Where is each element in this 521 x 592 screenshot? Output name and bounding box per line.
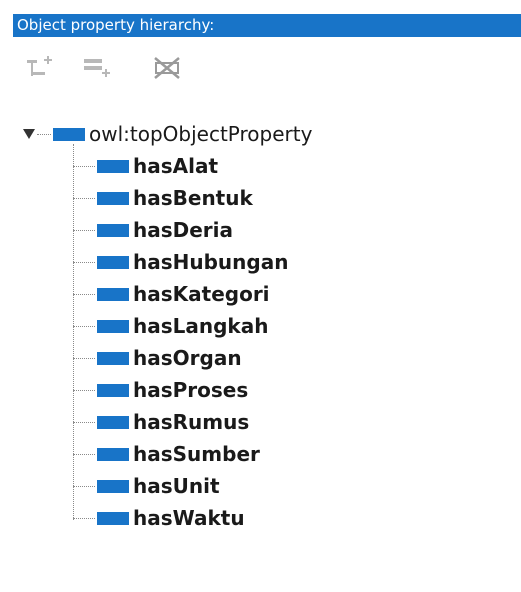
tree-item-hashubungan[interactable]: hasHubungan bbox=[73, 246, 288, 278]
property-label: hasDeria bbox=[133, 218, 234, 242]
hierarchy-toolbar bbox=[13, 40, 521, 110]
delete-property-button[interactable] bbox=[149, 50, 185, 86]
object-property-icon bbox=[97, 191, 129, 205]
tree-connector bbox=[73, 165, 95, 167]
root-property-label: owl:topObjectProperty bbox=[89, 122, 313, 146]
property-label: hasProses bbox=[133, 378, 249, 402]
tree-item-hasproses[interactable]: hasProses bbox=[73, 374, 248, 406]
add-sibling-property-button[interactable] bbox=[79, 50, 115, 86]
tree-root-node[interactable]: owl:topObjectProperty bbox=[23, 118, 312, 150]
tree-connector bbox=[73, 517, 95, 519]
property-label: hasHubungan bbox=[133, 250, 289, 274]
tree-item-haswaktu[interactable]: hasWaktu bbox=[73, 502, 245, 534]
object-property-icon bbox=[97, 383, 129, 397]
object-property-icon bbox=[97, 351, 129, 365]
object-property-icon bbox=[97, 255, 129, 269]
tree-item-hasrumus[interactable]: hasRumus bbox=[73, 406, 249, 438]
tree-connector bbox=[73, 293, 95, 295]
property-tree: owl:topObjectProperty hasAlat hasBentuk … bbox=[13, 110, 521, 592]
object-property-icon bbox=[97, 223, 129, 237]
tree-connector bbox=[37, 133, 51, 135]
tree-item-hasderia[interactable]: hasDeria bbox=[73, 214, 233, 246]
property-label: hasOrgan bbox=[133, 346, 242, 370]
tree-item-hasunit[interactable]: hasUnit bbox=[73, 470, 220, 502]
property-label: hasRumus bbox=[133, 410, 250, 434]
tree-connector bbox=[73, 261, 95, 263]
tree-connector bbox=[73, 325, 95, 327]
object-property-icon bbox=[97, 159, 129, 173]
object-property-icon bbox=[97, 319, 129, 333]
property-label: hasWaktu bbox=[133, 506, 245, 530]
tree-item-hasbentuk[interactable]: hasBentuk bbox=[73, 182, 253, 214]
panel-title: Object property hierarchy: bbox=[13, 14, 521, 37]
property-label: hasLangkah bbox=[133, 314, 269, 338]
tree-item-haskategori[interactable]: hasKategori bbox=[73, 278, 270, 310]
object-property-icon bbox=[97, 415, 129, 429]
expanded-triangle-icon[interactable] bbox=[23, 128, 35, 140]
tree-item-hassumber[interactable]: hasSumber bbox=[73, 438, 260, 470]
tree-item-hasalat[interactable]: hasAlat bbox=[73, 150, 218, 182]
tree-connector bbox=[73, 453, 95, 455]
property-label: hasBentuk bbox=[133, 186, 253, 210]
tree-connector bbox=[73, 485, 95, 487]
add-sub-property-button[interactable] bbox=[23, 50, 59, 86]
tree-item-haslangkah[interactable]: hasLangkah bbox=[73, 310, 268, 342]
object-property-icon bbox=[97, 287, 129, 301]
object-property-icon bbox=[97, 479, 129, 493]
tree-connector bbox=[73, 229, 95, 231]
object-property-hierarchy-panel: Object property hierarchy: owl:topObject… bbox=[0, 0, 521, 592]
add-sibling-icon bbox=[84, 59, 110, 77]
tree-item-hasorgan[interactable]: hasOrgan bbox=[73, 342, 242, 374]
tree-connector bbox=[73, 389, 95, 391]
property-label: hasKategori bbox=[133, 282, 270, 306]
object-property-icon bbox=[53, 127, 85, 141]
tree-connector bbox=[73, 357, 95, 359]
tree-connector bbox=[73, 421, 95, 423]
object-property-icon bbox=[97, 511, 129, 525]
property-label: hasAlat bbox=[133, 154, 219, 178]
property-label: hasUnit bbox=[133, 474, 220, 498]
add-subproperty-icon bbox=[27, 56, 52, 76]
property-label: hasSumber bbox=[133, 442, 260, 466]
object-property-icon bbox=[97, 447, 129, 461]
tree-connector bbox=[73, 197, 95, 199]
delete-property-icon bbox=[154, 57, 180, 79]
